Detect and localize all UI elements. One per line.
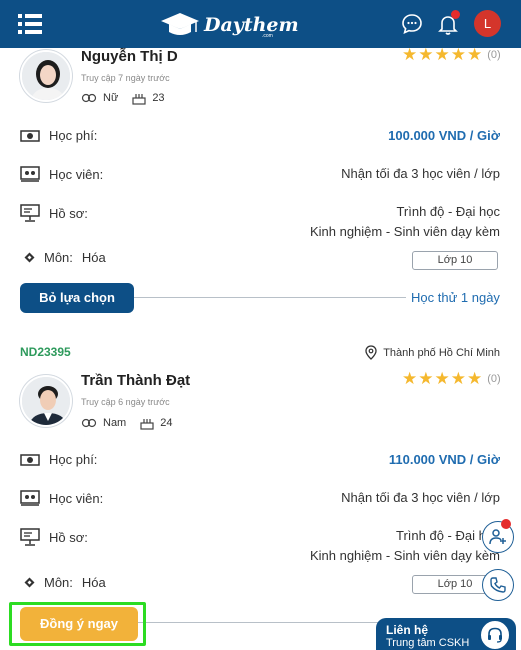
tutor-photo-icon: [22, 52, 70, 100]
call-float-button[interactable]: [482, 569, 514, 601]
gender-icon: [81, 418, 97, 428]
float-notification-dot: [501, 519, 511, 529]
last-access: Truy cập 6 ngày trước: [81, 397, 170, 407]
star-icon: ★: [434, 369, 450, 388]
subject-value: Hóa: [81, 250, 106, 265]
gender-value: Nam: [103, 417, 127, 429]
birthday-cake-icon: [132, 94, 146, 105]
last-access: Truy cập 7 ngày trước: [81, 73, 170, 83]
rating-stars: ★ ★ ★ ★ ★ (0): [402, 370, 501, 387]
fee-label: Học phí:: [49, 452, 98, 467]
star-icon: ★: [467, 369, 483, 388]
gender-icon: [81, 93, 97, 103]
money-icon: [20, 129, 40, 142]
tutor-info: Nam 24: [81, 416, 172, 430]
profile-row: Hồ sơ:: [20, 204, 88, 222]
subject-row: Môn: Hóa: [24, 250, 106, 265]
profile-label: Hồ sơ:: [49, 205, 88, 221]
subject-label: Môn:: [44, 575, 73, 590]
rating-stars: ★ ★ ★ ★ ★ (0): [402, 46, 501, 63]
profile-label: Hồ sơ:: [49, 529, 88, 545]
fee-value: 110.000 VND / Giờ: [388, 452, 500, 467]
subject-row: Môn: Hóa: [24, 575, 106, 590]
age-value: 23: [152, 92, 165, 104]
contact-subtitle: Trung tâm CSKH: [386, 637, 470, 649]
tutor-photo-icon: [22, 377, 70, 425]
fee-value: 100.000 VND / Giờ: [388, 128, 500, 143]
students-row: Học viên:: [20, 166, 103, 182]
students-icon: [20, 490, 40, 506]
tutor-avatar[interactable]: [20, 50, 72, 102]
chat-icon[interactable]: [400, 12, 424, 36]
star-icon: ★: [402, 369, 418, 388]
star-icon: ★: [450, 45, 466, 64]
divider-line: [130, 622, 406, 623]
logo[interactable]: Daythem .com: [160, 8, 300, 42]
birthday-cake-icon: [140, 419, 154, 430]
students-label: Học viên:: [49, 166, 104, 182]
accept-now-button[interactable]: Đồng ý ngay: [20, 607, 138, 641]
profile-row: Hồ sơ:: [20, 528, 88, 546]
location: Thành phố Hồ Chí Minh: [365, 345, 500, 360]
grade-tag: Lớp 10: [412, 251, 498, 270]
tutor-info: Nữ 23: [81, 91, 165, 105]
star-icon: ★: [434, 45, 450, 64]
star-icon: ★: [402, 45, 418, 64]
diamond-icon: [24, 577, 35, 588]
notification-dot: [451, 10, 460, 19]
tutor-avatar[interactable]: [20, 375, 72, 427]
profile-level: Trình độ - Đại học: [396, 204, 500, 219]
star-icon: ★: [467, 45, 483, 64]
headset-icon: [488, 627, 502, 643]
tutor-name[interactable]: Trần Thành Đạt: [81, 372, 190, 389]
money-icon: [20, 453, 40, 466]
star-icon: ★: [418, 369, 434, 388]
deselect-button[interactable]: Bỏ lựa chọn: [20, 283, 134, 313]
profile-icon: [20, 204, 40, 222]
gender-value: Nữ: [103, 92, 119, 104]
profile-level: Trình độ - Đại h: [396, 528, 486, 543]
profile-experience: Kinh nghiệm - Sinh viên dạy kèm: [309, 224, 500, 239]
location-pin-icon: [365, 345, 377, 360]
students-value: Nhận tối đa 3 học viên / lớp: [341, 166, 500, 181]
top-header: Daythem .com L: [0, 0, 521, 48]
menu-icon[interactable]: [18, 13, 42, 35]
profile-icon: [20, 528, 40, 546]
divider-line: [130, 297, 406, 298]
star-icon: ★: [450, 369, 466, 388]
phone-icon: [490, 577, 506, 593]
tutor-name[interactable]: Nguyễn Thị D: [81, 48, 178, 65]
contact-title: Liên hệ: [386, 623, 429, 637]
logo-text: Daythem: [204, 14, 299, 36]
age-value: 24: [160, 417, 173, 429]
graduation-cap-icon: [161, 13, 199, 35]
students-label: Học viên:: [49, 490, 104, 506]
fee-label: Học phí:: [49, 128, 98, 143]
fee-row: Học phí:: [20, 452, 97, 467]
diamond-icon: [24, 252, 35, 263]
trial-link[interactable]: Học thử 1 ngày: [411, 290, 500, 305]
star-icon: ★: [418, 45, 434, 64]
fee-row: Học phí:: [20, 128, 97, 143]
headset-button[interactable]: [479, 619, 511, 650]
add-user-icon: [489, 529, 506, 545]
logo-sub: .com: [262, 33, 273, 39]
rating-count: (0): [487, 48, 501, 61]
students-row: Học viên:: [20, 490, 103, 506]
students-icon: [20, 166, 40, 182]
subject-label: Môn:: [44, 250, 73, 265]
tutor-code: ND23395: [20, 345, 71, 359]
students-value: Nhận tối đa 3 học viên / lớp: [341, 490, 500, 505]
subject-value: Hóa: [81, 575, 106, 590]
profile-experience: Kinh nghiệm - Sinh viên dạy kèm: [309, 548, 500, 563]
user-avatar[interactable]: L: [474, 10, 501, 37]
rating-count: (0): [487, 372, 501, 385]
location-text: Thành phố Hồ Chí Minh: [383, 346, 500, 359]
